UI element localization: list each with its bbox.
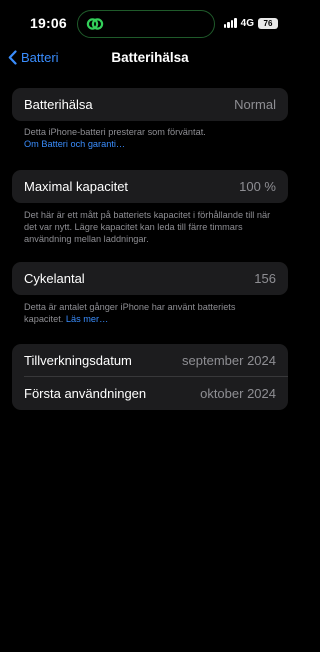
cycle-count-value: 156 xyxy=(254,271,276,286)
cycle-count-label: Cykelantal xyxy=(24,271,85,286)
cycle-count-description: Detta är antalet gånger iPhone har använ… xyxy=(24,302,236,324)
network-type: 4G xyxy=(240,17,254,29)
navigation-bar: Batteri Batterihälsa xyxy=(0,46,300,72)
max-capacity-group: Maximal kapacitet 100 % xyxy=(12,170,288,203)
battery-health-label: Batterihälsa xyxy=(24,97,93,112)
first-use-label: Första användningen xyxy=(24,386,147,401)
dates-group: Tillverkningsdatum september 2024 Första… xyxy=(12,344,288,410)
max-capacity-label: Maximal kapacitet xyxy=(24,179,129,194)
battery-health-row: Batterihälsa Normal xyxy=(12,88,288,121)
learn-more-link[interactable]: Läs mer… xyxy=(66,314,108,324)
max-capacity-row: Maximal kapacitet 100 % xyxy=(12,170,288,203)
first-use-row: Första användningen oktober 2024 xyxy=(12,377,288,410)
first-use-value: oktober 2024 xyxy=(200,386,276,401)
battery-health-group: Batterihälsa Normal xyxy=(12,88,288,121)
battery-health-description: Detta iPhone-batteri presterar som förvä… xyxy=(24,127,206,137)
cycle-count-footer: Detta är antalet gånger iPhone har använ… xyxy=(24,301,276,325)
dynamic-island[interactable] xyxy=(77,10,215,38)
manufacture-date-label: Tillverkningsdatum xyxy=(24,353,132,368)
max-capacity-footer: Det här är ett mått på batteriets kapaci… xyxy=(24,210,271,244)
status-bar: 19:06 4G 76 xyxy=(0,0,300,46)
battery-health-footer: Detta iPhone-batteri presterar som förvä… xyxy=(24,126,276,150)
cycle-count-group: Cykelantal 156 xyxy=(12,262,288,295)
cellular-signal-icon xyxy=(223,18,237,28)
battery-icon: 76 xyxy=(258,17,278,29)
battery-warranty-link[interactable]: Om Batteri och garanti… xyxy=(24,138,276,150)
status-indicators: 4G 76 xyxy=(223,16,278,30)
status-time: 19:06 xyxy=(30,15,67,31)
manufacture-date-row: Tillverkningsdatum september 2024 xyxy=(12,344,288,377)
battery-health-value: Normal xyxy=(234,97,276,112)
page-title: Batterihälsa xyxy=(111,50,189,65)
manufacture-date-value: september 2024 xyxy=(182,353,276,368)
cycle-count-row: Cykelantal 156 xyxy=(12,262,288,295)
max-capacity-value: 100 % xyxy=(239,179,276,194)
link-icon xyxy=(86,18,104,30)
